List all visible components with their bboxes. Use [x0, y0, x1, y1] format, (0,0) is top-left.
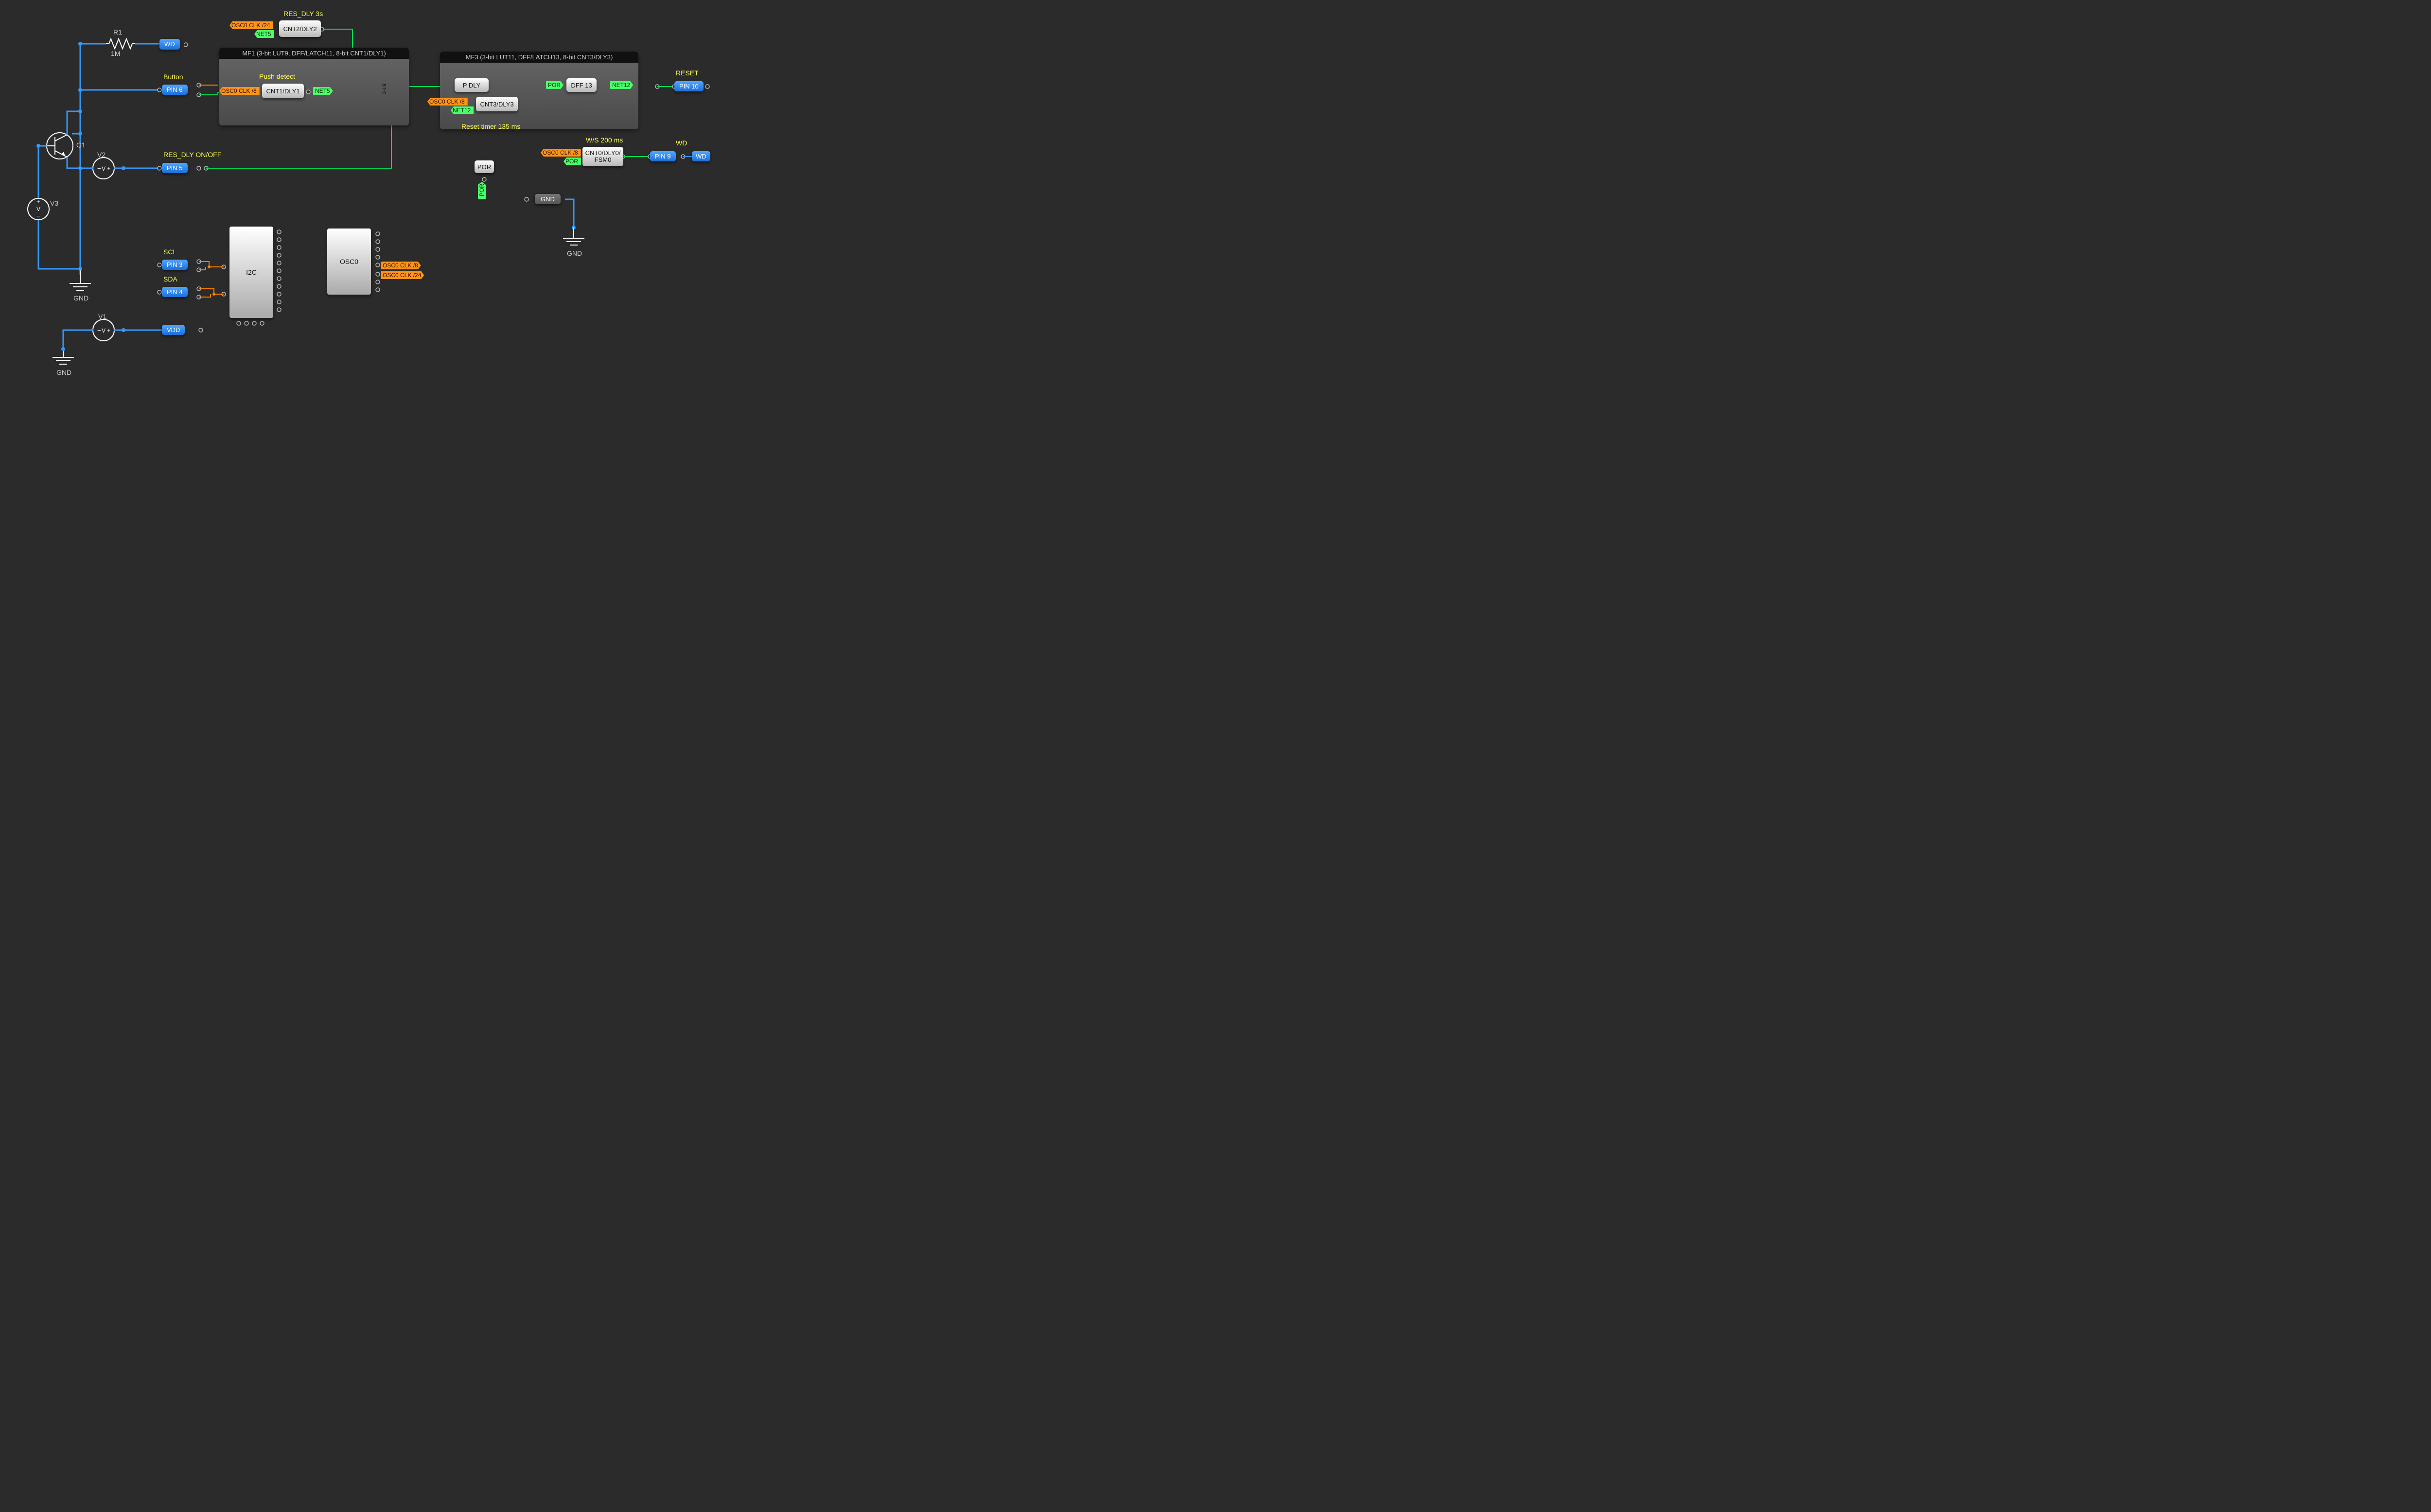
block-por[interactable]: POR [475, 160, 494, 173]
label-r1-value: 1M [111, 50, 120, 57]
label-res-dly-onoff: RES_DLY ON/OFF [163, 151, 221, 158]
svg-text:+: + [107, 165, 111, 172]
resistor-r1[interactable] [106, 39, 135, 49]
label-v1: V1 [98, 313, 106, 320]
mf1-title: MF1 (3-bit LUT9, DFF/LATCH11, 8-bit CNT1… [219, 48, 409, 59]
por-output-tag: POR [478, 182, 486, 199]
label-gnd-left: GND [73, 294, 88, 302]
ground-right[interactable] [563, 228, 584, 245]
label-res-dly-3s: RES_DLY 3s [283, 10, 323, 18]
label-scl: SCL [163, 248, 176, 256]
label-ws200: W/S 200 ms [586, 136, 623, 144]
block-cnt1dly1[interactable]: CNT1/DLY1 [262, 84, 304, 98]
pin-vdd[interactable]: VDD [162, 325, 185, 335]
label-lut9: 3-L9 [382, 84, 388, 94]
svg-text:−: − [97, 327, 101, 334]
label-v2: V2 [97, 151, 106, 158]
block-gnd-right[interactable]: GND [535, 194, 561, 204]
label-r1: R1 [113, 28, 122, 36]
tag-wd-right[interactable]: WD [692, 151, 710, 161]
label-q1: Q1 [76, 141, 86, 149]
source-v3[interactable]: + V − [28, 198, 49, 220]
osc0-out-clk24: OSC0 CLK /24 [381, 271, 424, 279]
svg-text:−: − [97, 165, 101, 172]
block-cnt0-fsm0[interactable]: CNT0/DLY0/ FSM0 [582, 147, 623, 166]
label-gnd-bl: GND [56, 369, 71, 376]
mf3-net12-in: NET12 [451, 106, 474, 114]
svg-text:+: + [36, 198, 40, 205]
container-mf3[interactable]: MF3 (3-bit LUT11, DFF/LATCH13, 8-bit CNT… [440, 52, 638, 129]
fsm0-por-in: POR [564, 158, 581, 165]
svg-text:V: V [36, 206, 40, 212]
label-gnd-right: GND [567, 249, 582, 257]
svg-text:+: + [107, 327, 111, 334]
block-osc0[interactable]: OSC0 [327, 229, 371, 295]
cnt2-net5-in: NET5 [254, 30, 274, 38]
osc0-out-clk8: OSC0 CLK /8 [381, 262, 421, 269]
svg-text:V: V [102, 327, 106, 334]
mf3-clk-in: OSC0 CLK /8 [427, 98, 468, 105]
label-reset-timer: Reset timer 135 ms [461, 123, 520, 130]
block-cnt3dly3[interactable]: CNT3/DLY3 [476, 97, 518, 111]
svg-text:−: − [36, 212, 40, 220]
pin-9[interactable]: PIN 9 [650, 151, 676, 161]
mf1-net5: NET5 [313, 87, 333, 95]
label-wd-out: WD [676, 139, 687, 147]
tag-wd-left[interactable]: WD [159, 39, 180, 50]
ground-left[interactable] [70, 270, 91, 290]
label-sda: SDA [163, 275, 177, 283]
pin-10[interactable]: PIN 10 [674, 81, 704, 91]
block-cnt2dly2[interactable]: CNT2/DLY2 [279, 20, 321, 37]
transistor-q1[interactable] [47, 133, 73, 159]
label-v3: V3 [50, 199, 58, 207]
label-button: Button [163, 73, 183, 81]
schematic-canvas[interactable]: − V + + V − − V + [0, 0, 747, 394]
mf3-title: MF3 (3-bit LUT11, DFF/LATCH13, 8-bit CNT… [440, 52, 638, 63]
mf3-net12-out: NET12 [610, 81, 633, 89]
mf1-clk-in: OSC0 CLK /8 [219, 87, 260, 95]
source-v1[interactable]: − V + [93, 319, 114, 341]
pin-3[interactable]: PIN 3 [162, 260, 188, 270]
mf3-por: POR [546, 81, 564, 89]
block-pdly[interactable]: P DLY [455, 78, 489, 92]
block-dff13[interactable]: DFF 13 [566, 78, 597, 92]
svg-text:V: V [102, 165, 106, 172]
cnt2-clk-in: OSC0 CLK /24 [229, 21, 273, 29]
pin-5[interactable]: PIN 5 [162, 163, 188, 173]
label-push-detect: Push detect [259, 72, 295, 80]
source-v2[interactable]: − V + [93, 158, 114, 179]
pin-4[interactable]: PIN 4 [162, 287, 188, 297]
fsm0-clk-in: OSC0 CLK /8 [541, 149, 581, 157]
label-reset: RESET [676, 69, 699, 77]
pin-6[interactable]: PIN 6 [162, 85, 188, 95]
block-i2c[interactable]: I2C [229, 227, 273, 318]
container-mf1[interactable]: MF1 (3-bit LUT9, DFF/LATCH11, 8-bit CNT1… [219, 48, 409, 125]
ground-bottomleft[interactable] [53, 349, 74, 364]
